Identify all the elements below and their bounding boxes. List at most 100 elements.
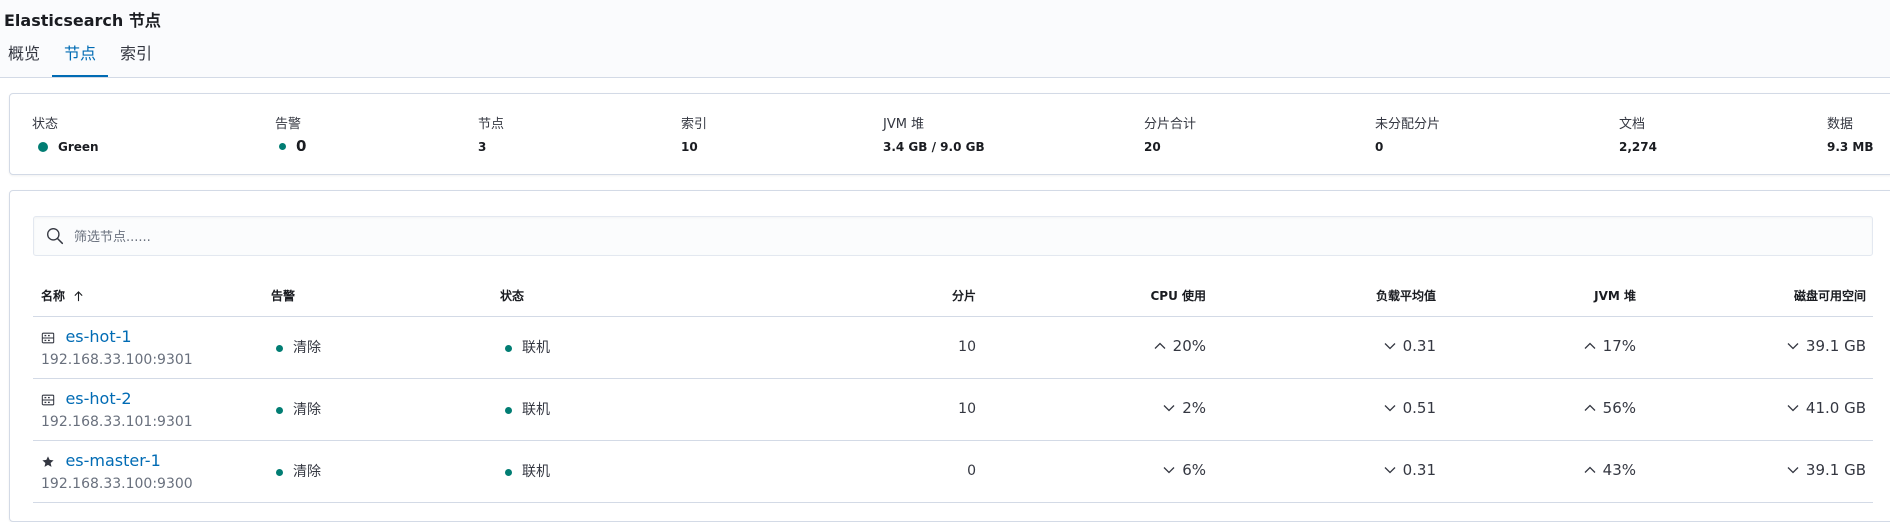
column-header-jvm[interactable]: JVM 堆 bbox=[1594, 287, 1636, 304]
search-input[interactable] bbox=[72, 217, 1856, 257]
node-address: 192.168.33.100:9300 bbox=[41, 476, 193, 492]
alerts-cell: 清除 bbox=[276, 461, 321, 481]
jvm-value: 17% bbox=[1602, 337, 1636, 355]
summary-data: 数据 9.3 MB bbox=[1827, 113, 1874, 154]
summary-jvm-heap: JVM 堆 3.4 GB / 9.0 GB bbox=[883, 113, 985, 154]
chevron-up-icon bbox=[1584, 466, 1596, 473]
node-name-link[interactable]: es-hot-1 bbox=[65, 327, 131, 346]
search-icon bbox=[47, 228, 64, 245]
node-name-link[interactable]: es-master-1 bbox=[65, 451, 160, 470]
search-field[interactable] bbox=[33, 216, 1873, 257]
page-title: Elasticsearch 节点 bbox=[4, 11, 161, 30]
status-value: 联机 bbox=[522, 402, 550, 418]
alerts-cell: 清除 bbox=[276, 337, 321, 357]
cpu-value: 20% bbox=[1172, 337, 1206, 355]
status-cell: 联机 bbox=[505, 399, 550, 419]
status-cell: 联机 bbox=[505, 461, 550, 481]
nodes-table-panel: 名称 告警 状态 分片 CPU 使用 负载平均值 JVM 堆 磁盘可用空间 es… bbox=[9, 190, 1890, 522]
disk-value: 39.1 GB bbox=[1805, 337, 1866, 355]
summary-indices-value: 10 bbox=[681, 140, 698, 154]
alerts-value: 清除 bbox=[293, 464, 321, 480]
summary-indices-label: 索引 bbox=[681, 117, 708, 132]
summary-total-shards-value: 20 bbox=[1144, 140, 1161, 154]
summary-nodes-value: 3 bbox=[478, 140, 487, 154]
chevron-up-icon bbox=[1584, 342, 1596, 349]
status-value: 联机 bbox=[522, 464, 550, 480]
table-header: 名称 告警 状态 分片 CPU 使用 负载平均值 JVM 堆 磁盘可用空间 bbox=[33, 287, 1873, 317]
summary-data-label: 数据 bbox=[1827, 117, 1854, 132]
jvm-value: 56% bbox=[1602, 399, 1636, 417]
table-row: es-hot-1 192.168.33.100:9301 清除 联机 10 20… bbox=[33, 317, 1873, 379]
chevron-down-icon bbox=[1384, 467, 1396, 474]
summary-nodes-label: 节点 bbox=[478, 117, 505, 132]
alert-status-dot-icon bbox=[276, 469, 283, 476]
summary-total-shards: 分片合计 20 bbox=[1144, 113, 1196, 154]
column-header-cpu[interactable]: CPU 使用 bbox=[1150, 287, 1206, 304]
summary-data-value: 9.3 MB bbox=[1827, 140, 1874, 154]
alert-dot-icon bbox=[279, 142, 286, 150]
table-row: es-hot-2 192.168.33.101:9301 清除 联机 10 2%… bbox=[33, 379, 1873, 441]
summary-alerts-label: 告警 bbox=[275, 117, 302, 132]
disk-value: 39.1 GB bbox=[1805, 461, 1866, 479]
jvm-value: 43% bbox=[1602, 461, 1636, 479]
summary-status: 状态 Green bbox=[32, 113, 99, 154]
summary-unassigned-shards-value: 0 bbox=[1375, 140, 1384, 154]
status-cell: 联机 bbox=[505, 337, 550, 357]
summary-unassigned-shards-label: 未分配分片 bbox=[1375, 117, 1441, 132]
load-value: 0.31 bbox=[1402, 461, 1436, 479]
cpu-value: 2% bbox=[1182, 399, 1206, 417]
alerts-cell: 清除 bbox=[276, 399, 321, 419]
column-header-name[interactable]: 名称 bbox=[41, 287, 84, 304]
tab-overview[interactable]: 概览 bbox=[0, 36, 52, 76]
status-dot-icon bbox=[38, 142, 48, 152]
disk-value: 41.0 GB bbox=[1805, 399, 1866, 417]
summary-jvm-heap-value: 3.4 GB / 9.0 GB bbox=[883, 140, 985, 154]
chevron-down-icon bbox=[1163, 405, 1175, 412]
summary-documents-label: 文档 bbox=[1619, 117, 1646, 132]
chevron-down-icon bbox=[1787, 405, 1799, 412]
node-address: 192.168.33.101:9301 bbox=[41, 414, 193, 430]
alert-status-dot-icon bbox=[276, 407, 283, 414]
cluster-summary-panel: 状态 Green 告警 0 节点 3 索引 10 JVM 堆 3.4 GB / … bbox=[9, 93, 1890, 175]
online-status-dot-icon bbox=[505, 469, 512, 476]
column-name-label: 名称 bbox=[41, 289, 66, 303]
node-address: 192.168.33.100:9301 bbox=[41, 352, 193, 368]
column-header-status[interactable]: 状态 bbox=[500, 287, 524, 304]
alerts-value: 清除 bbox=[293, 340, 321, 356]
shards-value: 10 bbox=[958, 401, 976, 417]
summary-nodes: 节点 3 bbox=[478, 113, 504, 154]
summary-total-shards-label: 分片合计 bbox=[1144, 117, 1197, 132]
summary-unassigned-shards: 未分配分片 0 bbox=[1375, 113, 1440, 154]
chevron-down-icon bbox=[1384, 405, 1396, 412]
tab-bar: 概览 节点 索引 bbox=[0, 36, 164, 77]
server-icon bbox=[41, 394, 55, 406]
column-header-shards[interactable]: 分片 bbox=[952, 287, 976, 304]
table-row: es-master-1 192.168.33.100:9300 清除 联机 0 … bbox=[33, 441, 1873, 503]
summary-alerts: 告警 0 bbox=[275, 113, 306, 155]
cpu-value: 6% bbox=[1182, 461, 1206, 479]
shards-value: 10 bbox=[958, 339, 976, 355]
summary-status-label: 状态 bbox=[32, 117, 59, 132]
chevron-down-icon bbox=[1787, 467, 1799, 474]
page-header: Elasticsearch 节点 概览 节点 索引 bbox=[0, 0, 1890, 78]
summary-alerts-value[interactable]: 0 bbox=[296, 137, 306, 155]
star-icon bbox=[42, 456, 54, 467]
summary-jvm-heap-label: JVM 堆 bbox=[883, 117, 925, 132]
column-header-load[interactable]: 负载平均值 bbox=[1376, 287, 1436, 304]
column-header-alerts[interactable]: 告警 bbox=[271, 287, 295, 304]
load-value: 0.31 bbox=[1402, 337, 1436, 355]
alerts-value: 清除 bbox=[293, 402, 321, 418]
tab-nodes[interactable]: 节点 bbox=[52, 36, 109, 77]
tab-indices[interactable]: 索引 bbox=[108, 36, 164, 76]
summary-documents: 文档 2,274 bbox=[1619, 113, 1657, 154]
online-status-dot-icon bbox=[505, 407, 512, 414]
shards-value: 0 bbox=[967, 463, 976, 479]
column-header-disk[interactable]: 磁盘可用空间 bbox=[1794, 287, 1866, 304]
sort-ascending-icon bbox=[74, 291, 83, 302]
chevron-up-icon bbox=[1584, 404, 1596, 411]
alert-status-dot-icon bbox=[276, 345, 283, 352]
chevron-down-icon bbox=[1787, 343, 1799, 350]
node-name-link[interactable]: es-hot-2 bbox=[65, 389, 131, 408]
chevron-up-icon bbox=[1154, 342, 1166, 349]
server-icon bbox=[41, 332, 55, 344]
